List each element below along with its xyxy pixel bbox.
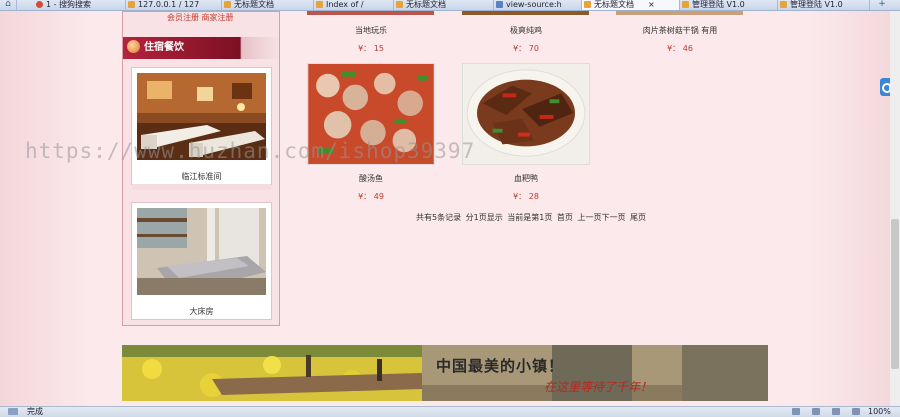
page-icon — [682, 1, 689, 8]
page-icon — [780, 1, 787, 8]
status-icon — [8, 408, 18, 415]
page-icon — [496, 1, 503, 8]
vertical-scrollbar[interactable] — [890, 11, 900, 406]
dish-price: ¥： 15 — [358, 44, 384, 53]
status-text: 完成 — [27, 407, 43, 416]
sidebar-section-title: 住宿餐饮 — [123, 37, 279, 59]
scrollbar-thumb[interactable] — [891, 219, 899, 369]
browser-tab[interactable]: 管理登陆 V1.0 — [680, 0, 778, 10]
speaker-icon[interactable] — [792, 408, 800, 415]
page-icon — [224, 1, 231, 8]
browser-tab[interactable]: 127.0.0.1 / 127 — [126, 0, 222, 10]
footer-banner: 中国最美的小镇！ 在这里等待了千年！ — [122, 345, 768, 401]
dish-price: ¥： 70 — [513, 44, 539, 53]
zoom-icon[interactable] — [852, 408, 860, 415]
dish-photo[interactable] — [462, 63, 590, 165]
download-icon[interactable] — [812, 408, 820, 415]
room-caption[interactable]: 大床房 — [132, 306, 271, 317]
dish-name[interactable]: 极爽纯鸡 — [462, 25, 590, 36]
status-bar: 完成 100% — [0, 406, 900, 417]
food-icon — [127, 40, 140, 53]
browser-tab[interactable]: Index of / — [314, 0, 394, 10]
dish-price: ¥： 49 — [358, 192, 384, 201]
image-icon[interactable] — [832, 408, 840, 415]
sidebar: 会员注册 商家注册 住宿餐饮 临江标准间 大床房 — [122, 11, 280, 326]
page-icon — [396, 1, 403, 8]
browser-tab[interactable]: 无标题文档 — [394, 0, 494, 10]
dish-price: ¥： 46 — [667, 44, 693, 53]
browser-tab-bar: ⌂ 1 - 搜狗搜索 127.0.0.1 / 127 无标题文档 Index o… — [0, 0, 900, 11]
browser-tab[interactable]: 1 - 搜狗搜索 — [34, 0, 126, 10]
room-caption[interactable]: 临江标准间 — [132, 171, 271, 182]
browser-tab[interactable]: view-source:h — [494, 0, 582, 10]
room-card[interactable]: 大床房 — [131, 202, 272, 320]
zoom-level[interactable]: 100% — [868, 407, 891, 416]
dish-list: 当地玩乐 ¥： 15 极爽纯鸡 ¥： 70 肉片茶树菇干锅 有用 ¥： 46 酸… — [300, 11, 743, 241]
dish-card[interactable]: 酸汤鱼 ¥： 49 — [307, 63, 435, 203]
register-links[interactable]: 会员注册 商家注册 — [167, 12, 234, 23]
browser-tab[interactable]: 管理登陆 V1.0 — [778, 0, 870, 10]
dish-name[interactable]: 肉片茶树菇干锅 有用 — [616, 25, 744, 36]
browser-tab-active[interactable]: 无标题文档 × — [582, 0, 680, 10]
phpmyadmin-icon — [128, 1, 135, 8]
room-photo[interactable] — [137, 208, 266, 295]
close-icon[interactable]: × — [648, 0, 655, 9]
plus-icon[interactable]: + — [876, 0, 888, 10]
browser-tab[interactable]: 无标题文档 — [222, 0, 314, 10]
sogou-icon — [36, 1, 43, 8]
banner-subtitle: 在这里等待了千年！ — [544, 380, 653, 394]
dish-price: ¥： 28 — [513, 192, 539, 201]
room-card[interactable]: 临江标准间 — [131, 67, 272, 190]
dish-name[interactable]: 当地玩乐 — [307, 25, 435, 36]
dish-name[interactable]: 酸汤鱼 — [307, 173, 435, 184]
dish-card[interactable]: 血粑鸭 ¥： 28 — [462, 63, 590, 203]
dish-name[interactable]: 血粑鸭 — [462, 173, 590, 184]
page-content: 会员注册 商家注册 住宿餐饮 临江标准间 大床房 当地玩乐 ¥： 15 极爽纯鸡… — [0, 11, 900, 406]
home-icon[interactable]: ⌂ — [2, 0, 14, 10]
pagination[interactable]: 共有5条记录 分1页显示 当前是第1页 首页 上一页下一页 尾页 — [416, 212, 646, 223]
banner-title: 中国最美的小镇！ — [436, 357, 565, 375]
page-icon — [584, 1, 591, 8]
watermark-text: https://www.huzhan.com/ishop39397 — [25, 139, 476, 163]
page-icon — [316, 1, 323, 8]
